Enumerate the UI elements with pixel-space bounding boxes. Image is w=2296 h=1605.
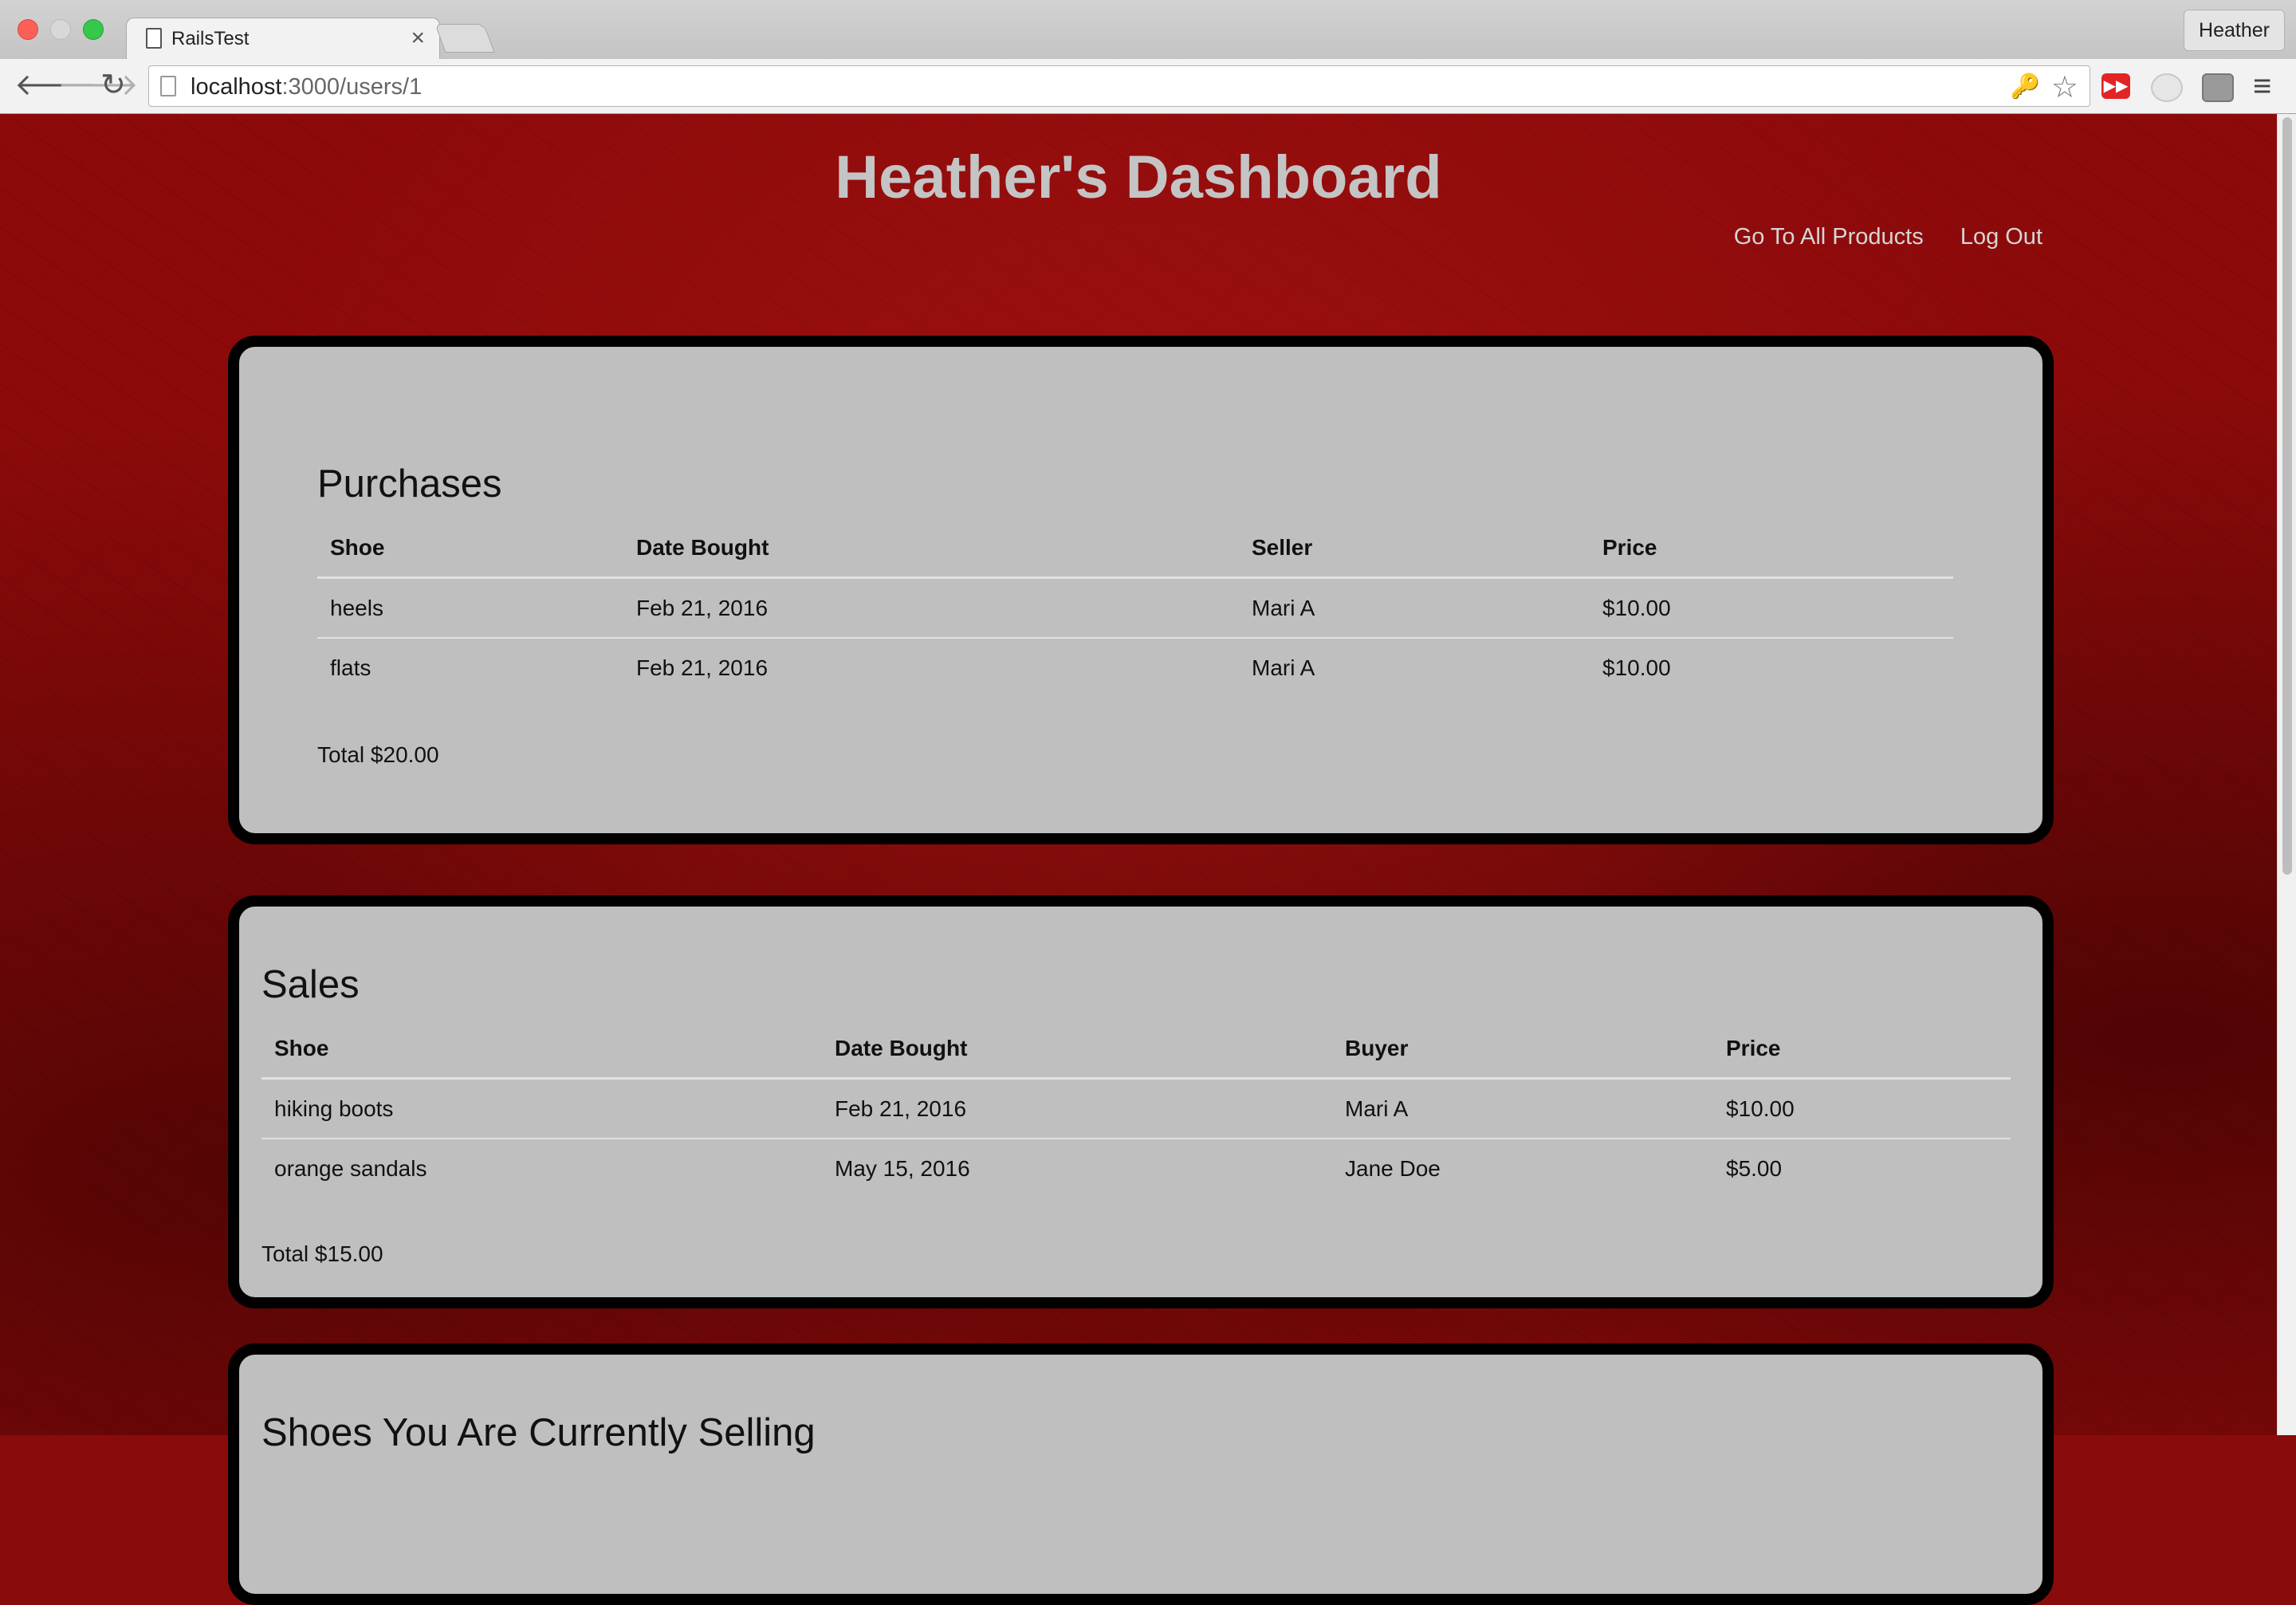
shoe-cell: heels (317, 577, 623, 639)
currently-selling-card: Shoes You Are Currently Selling (228, 1343, 2054, 1605)
table-row: orange sandals May 15, 2016 Jane Doe $5.… (261, 1139, 2011, 1198)
shoe-cell: hiking boots (261, 1078, 822, 1139)
window-close-button[interactable] (18, 19, 38, 40)
tab-title: RailsTest (171, 28, 250, 49)
sales-table: Shoe Date Bought Buyer Price hiking boot… (261, 1020, 2011, 1198)
sales-total: Total $15.00 (261, 1241, 383, 1266)
column-header: Price (1713, 1020, 2011, 1080)
purchases-table: Shoe Date Bought Seller Price heels Feb … (317, 519, 1953, 697)
column-header: Date Bought (623, 519, 1239, 579)
column-header: Seller (1239, 519, 1590, 579)
close-tab-icon[interactable]: × (411, 25, 425, 52)
shoe-cell: flats (330, 655, 372, 680)
browser-toolbar: 🡐 🡒 ↻ localhost:3000/users/1 🔑 ☆ ▶▶ ≡ (0, 59, 2296, 114)
password-key-icon[interactable]: 🔑 (2011, 73, 2040, 100)
all-products-link[interactable]: Go To All Products (1734, 224, 1924, 250)
log-out-link[interactable]: Log Out (1960, 224, 2042, 250)
table-header-row: Shoe Date Bought Buyer Price (261, 1020, 2011, 1080)
page-icon (146, 28, 162, 49)
shoe-cell: orange sandals (274, 1155, 427, 1181)
extension-icon[interactable] (2151, 73, 2183, 102)
seller-cell: Mari A (1252, 655, 1315, 680)
table-row: flats Feb 21, 2016 Mari A $10.00 (317, 638, 1953, 697)
date-cell: Feb 21, 2016 (822, 1078, 1332, 1139)
buyer-cell: Jane Doe (1345, 1155, 1441, 1181)
price-cell: $5.00 (1726, 1155, 1783, 1181)
column-header: Shoe (261, 1020, 822, 1080)
profile-button[interactable]: Heather (2184, 10, 2285, 51)
address-bar[interactable]: localhost:3000/users/1 🔑 ☆ (148, 65, 2090, 107)
price-cell: $10.00 (1590, 577, 1953, 639)
table-header-row: Shoe Date Bought Seller Price (317, 519, 1953, 579)
buyer-cell: Mari A (1332, 1078, 1713, 1139)
seller-cell: Mari A (1239, 577, 1590, 639)
table-row: heels Feb 21, 2016 Mari A $10.00 (317, 577, 1953, 639)
date-cell: Feb 21, 2016 (636, 655, 769, 680)
date-cell: Feb 21, 2016 (623, 577, 1239, 639)
date-cell: May 15, 2016 (835, 1155, 970, 1181)
browser-tab-strip: RailsTest × Heather (0, 0, 2296, 60)
column-header: Shoe (317, 519, 623, 579)
reload-icon[interactable]: ↻ (100, 70, 126, 100)
extension-icon[interactable] (2202, 73, 2234, 102)
browser-tab[interactable]: RailsTest × (126, 18, 440, 60)
top-nav: Go To All Products Log Out (1704, 224, 2042, 250)
vertical-scrollbar[interactable] (2277, 114, 2296, 1435)
sales-card: Sales Shoe Date Bought Buyer Price hikin… (228, 895, 2054, 1308)
column-header: Price (1590, 519, 1953, 579)
url-text[interactable]: localhost:3000/users/1 (191, 74, 422, 100)
page-content: Heather's Dashboard Go To All Products L… (0, 114, 2277, 1605)
scrollbar-thumb[interactable] (2282, 117, 2292, 875)
new-tab-button[interactable] (434, 24, 495, 53)
youtube-extension-icon[interactable]: ▶▶ (2101, 73, 2130, 99)
window-maximize-button[interactable] (83, 19, 104, 40)
currently-selling-heading: Shoes You Are Currently Selling (261, 1411, 816, 1454)
forward-arrow-icon[interactable]: 🡒 (57, 70, 139, 100)
table-row: hiking boots Feb 21, 2016 Mari A $10.00 (261, 1078, 2011, 1139)
column-header: Date Bought (822, 1020, 1332, 1080)
sales-heading: Sales (261, 963, 360, 1006)
purchases-card: Purchases Shoe Date Bought Seller Price … (228, 336, 2054, 844)
purchases-total: Total $20.00 (317, 742, 439, 767)
window-minimize-button[interactable] (50, 19, 71, 40)
menu-icon[interactable]: ≡ (2253, 70, 2271, 102)
price-cell: $10.00 (1713, 1078, 2011, 1139)
price-cell: $10.00 (1602, 655, 1671, 680)
purchases-heading: Purchases (317, 462, 502, 505)
bookmark-star-icon[interactable]: ☆ (2051, 69, 2078, 105)
column-header: Buyer (1332, 1020, 1713, 1080)
page-title: Heather's Dashboard (835, 144, 1442, 211)
page-icon (160, 76, 176, 96)
